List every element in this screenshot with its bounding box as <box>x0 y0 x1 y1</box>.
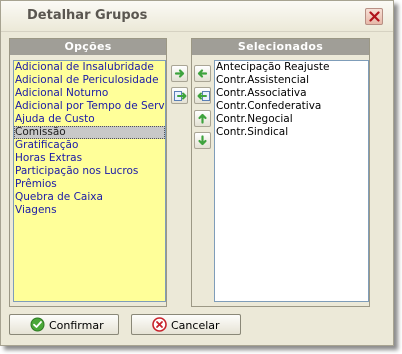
list-item[interactable]: Prêmios <box>14 178 165 191</box>
title-bar[interactable]: Detalhar Grupos <box>1 1 393 32</box>
list-item[interactable]: Viagens <box>14 204 165 217</box>
add-button[interactable] <box>171 65 188 82</box>
list-item[interactable]: Adicional de Periculosidade <box>14 74 165 87</box>
selected-panel: Selecionados Antecipação Reajuste Contr.A… <box>191 38 370 307</box>
list-item[interactable]: Adicional Noturno <box>14 87 165 100</box>
add-all-button[interactable] <box>171 87 188 104</box>
options-header: Opções <box>10 39 166 55</box>
close-icon <box>369 11 380 22</box>
close-button[interactable] <box>365 8 383 25</box>
selected-list[interactable]: Antecipação Reajuste Contr.Assistencial Co… <box>214 60 369 302</box>
list-item[interactable]: Contr.Negocial <box>215 113 368 126</box>
list-item[interactable]: Quebra de Caixa <box>14 191 165 204</box>
list-item[interactable]: Horas Extras <box>14 152 165 165</box>
arrow-right-icon <box>174 69 185 78</box>
move-all-right-icon <box>174 91 187 101</box>
window-title: Detalhar Grupos <box>27 8 148 23</box>
confirm-label: Confirmar <box>49 319 104 332</box>
cancel-label: Cancelar <box>171 319 220 332</box>
list-item[interactable]: Gratificação <box>14 139 165 152</box>
dialog-window: Detalhar Grupos Opções Adicional de Insa… <box>0 0 394 346</box>
list-item[interactable]: Ajuda de Custo <box>14 113 165 126</box>
list-item[interactable]: Adicional de Insalubridade <box>14 61 165 74</box>
list-item[interactable]: Adicional por Tempo de Serviço <box>14 100 165 113</box>
list-item[interactable]: Contr.Confederativa <box>215 100 368 113</box>
selected-header: Selecionados <box>192 39 369 55</box>
cancel-circle-icon <box>152 317 167 332</box>
confirm-button[interactable]: Confirmar <box>9 314 119 335</box>
list-item[interactable]: Contr.Assistencial <box>215 74 368 87</box>
options-panel: Opções Adicional de Insalubridade Adicion… <box>9 38 167 307</box>
list-item[interactable]: Antecipação Reajuste <box>215 61 368 74</box>
list-item[interactable]: Comissão <box>14 126 165 139</box>
list-item[interactable]: Contr.Associativa <box>215 87 368 100</box>
cancel-button[interactable]: Cancelar <box>131 314 241 335</box>
options-list[interactable]: Adicional de Insalubridade Adicional de P… <box>13 60 166 302</box>
list-item[interactable]: Participação nos Lucros <box>14 165 165 178</box>
check-circle-icon <box>30 317 45 332</box>
list-item[interactable]: Contr.Sindical <box>215 126 368 139</box>
